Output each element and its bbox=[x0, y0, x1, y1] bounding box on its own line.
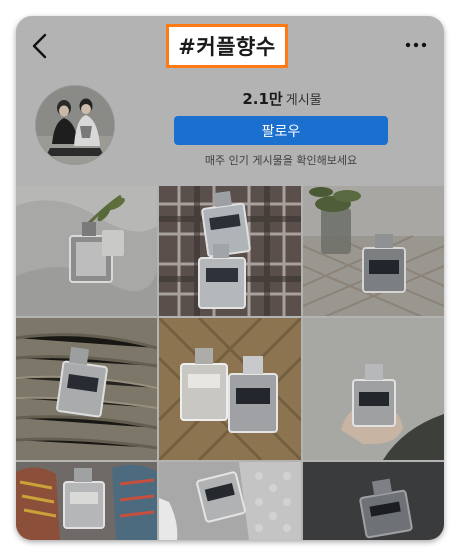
post-count-number: 2.1만 bbox=[242, 90, 283, 108]
post-perfume-dark-partial[interactable] bbox=[303, 462, 444, 540]
hashtag-title-highlight: #커플향수 bbox=[166, 24, 288, 68]
post-count-label: 게시물 bbox=[285, 93, 322, 108]
hashtag-avatar[interactable] bbox=[36, 86, 114, 164]
post-grid bbox=[16, 186, 444, 540]
hashtag-page-screen: #커플향수 2.1만 게시물 팔로우 매주 인기 게시물을 확인해보세요 bbox=[16, 16, 444, 540]
follow-button[interactable]: 팔로우 bbox=[174, 116, 388, 145]
post-perfume-with-glass-block[interactable] bbox=[159, 462, 301, 540]
post-perfume-on-rattan-with-plant[interactable] bbox=[303, 186, 444, 316]
top-navigation-bar: #커플향수 bbox=[16, 16, 444, 74]
hashtag-title: #커플향수 bbox=[178, 35, 276, 59]
couple-photo-icon bbox=[36, 86, 114, 164]
post-perfumes-on-plaid[interactable] bbox=[159, 186, 301, 316]
weekly-top-posts-text: 매주 인기 게시물을 확인해보세요 bbox=[204, 154, 358, 167]
more-horizontal-icon[interactable] bbox=[404, 38, 428, 52]
chevron-left-icon[interactable] bbox=[28, 32, 54, 60]
post-perfume-on-driftwood[interactable] bbox=[16, 318, 157, 460]
post-perfume-in-hand[interactable] bbox=[303, 318, 444, 460]
post-perfume-with-colorful-bags[interactable] bbox=[16, 462, 157, 540]
post-count: 2.1만 게시물 bbox=[176, 88, 388, 109]
post-two-perfumes-on-wicker[interactable] bbox=[159, 318, 301, 460]
post-perfume-on-white-cloth[interactable] bbox=[16, 186, 157, 316]
